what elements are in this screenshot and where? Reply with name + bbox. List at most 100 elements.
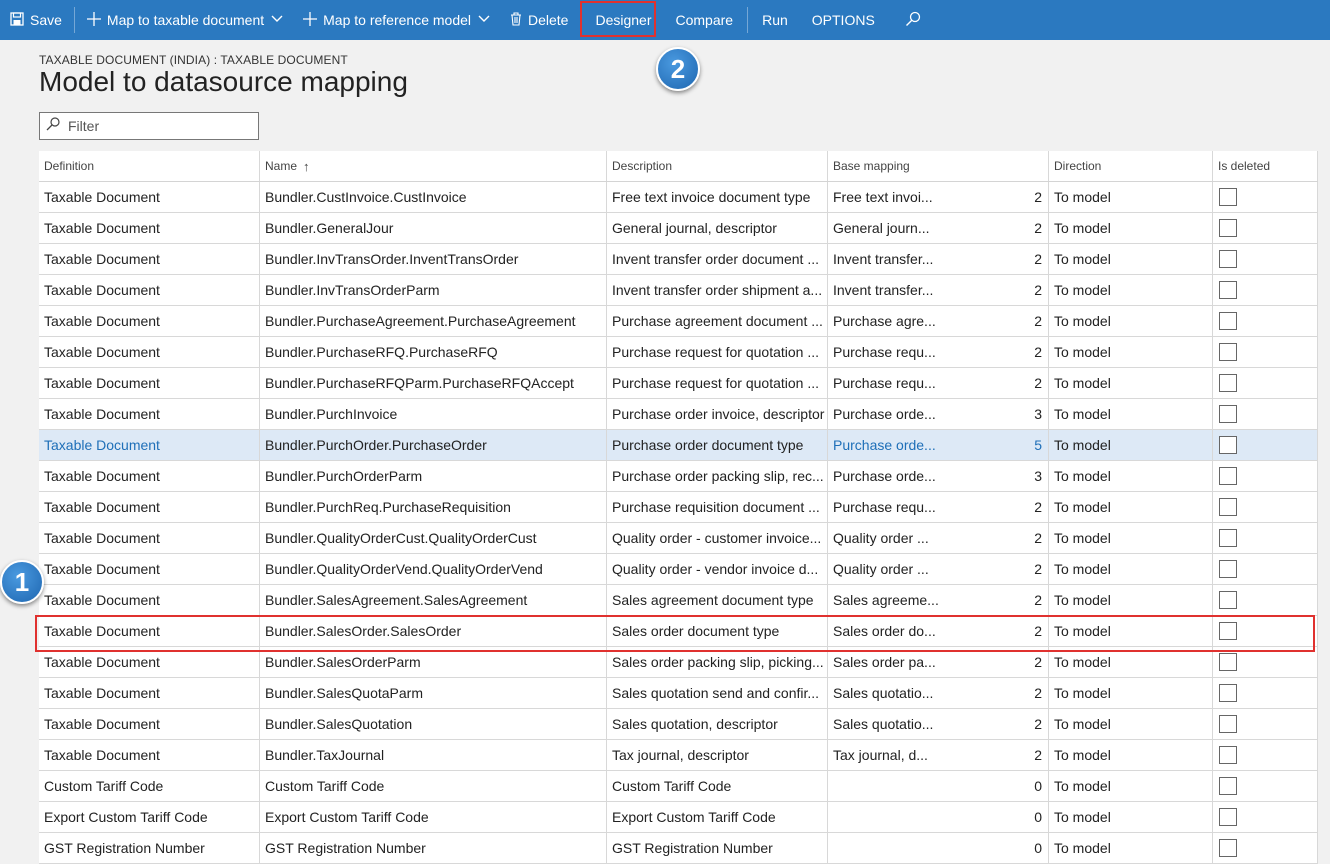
is-deleted-checkbox[interactable] [1219, 746, 1237, 764]
table-row[interactable]: Taxable Document Bundler.PurchOrderParm Pu… [39, 461, 1318, 492]
is-deleted-checkbox[interactable] [1219, 188, 1237, 206]
column-header-name[interactable]: Name ↑ [260, 151, 607, 181]
map-to-reference-model-button[interactable]: Map to reference model [293, 0, 500, 40]
is-deleted-checkbox[interactable] [1219, 436, 1237, 454]
search-icon [905, 11, 921, 30]
table-row[interactable]: Taxable Document Bundler.GeneralJour Gener… [39, 213, 1318, 244]
table-row[interactable]: Taxable Document Bundler.PurchaseRFQ.Purc… [39, 337, 1318, 368]
is-deleted-checkbox[interactable] [1219, 529, 1237, 547]
cell-definition: Taxable Document [39, 399, 260, 429]
is-deleted-checkbox[interactable] [1219, 684, 1237, 702]
base-mapping-text: Sales quotatio... [833, 685, 934, 701]
table-row[interactable]: Taxable Document Bundler.QualityOrderVend… [39, 554, 1318, 585]
table-row[interactable]: Export Custom Tariff Code Export Custom T… [39, 802, 1318, 833]
table-row[interactable]: Taxable Document Bundler.InvTransOrder.In… [39, 244, 1318, 275]
table-row[interactable]: Taxable Document Bundler.InvTransOrderPar… [39, 275, 1318, 306]
base-mapping-version: 2 [1034, 747, 1042, 763]
table-row[interactable]: Taxable Document Bundler.PurchReq.Purchas… [39, 492, 1318, 523]
is-deleted-checkbox[interactable] [1219, 560, 1237, 578]
filter-input[interactable] [66, 117, 250, 135]
map-to-taxable-document-button[interactable]: Map to taxable document [77, 0, 293, 40]
cell-base-mapping: Invent transfer... 2 [828, 244, 1049, 274]
cell-is-deleted [1213, 554, 1318, 584]
is-deleted-checkbox[interactable] [1219, 498, 1237, 516]
step-badge-2: 2 [656, 47, 700, 91]
cell-definition: Taxable Document [39, 275, 260, 305]
table-row[interactable]: Taxable Document Bundler.PurchOrder.Purch… [39, 430, 1318, 461]
page-title: Model to datasource mapping [39, 66, 408, 97]
is-deleted-checkbox[interactable] [1219, 777, 1237, 795]
is-deleted-checkbox[interactable] [1219, 622, 1237, 640]
table-row[interactable]: Taxable Document Bundler.SalesAgreement.S… [39, 585, 1318, 616]
base-mapping-text: Purchase requ... [833, 344, 936, 360]
table-row[interactable]: Taxable Document Bundler.QualityOrderCust… [39, 523, 1318, 554]
is-deleted-checkbox[interactable] [1219, 281, 1237, 299]
table-row[interactable]: Taxable Document Bundler.TaxJournal Tax jo… [39, 740, 1318, 771]
cell-name: GST Registration Number [260, 833, 607, 863]
save-button[interactable]: Save [0, 0, 72, 40]
column-header-definition[interactable]: Definition [39, 151, 260, 181]
plus-icon [303, 11, 318, 29]
cell-base-mapping: 0 [828, 802, 1049, 832]
is-deleted-checkbox[interactable] [1219, 808, 1237, 826]
cell-name: Custom Tariff Code [260, 771, 607, 801]
cell-is-deleted [1213, 275, 1318, 305]
table-row[interactable]: Taxable Document Bundler.SalesOrder.Sales… [39, 616, 1318, 647]
is-deleted-checkbox[interactable] [1219, 405, 1237, 423]
column-header-direction[interactable]: Direction [1049, 151, 1213, 181]
base-mapping-version: 2 [1034, 716, 1042, 732]
is-deleted-checkbox[interactable] [1219, 219, 1237, 237]
cell-direction: To model [1049, 771, 1213, 801]
cell-base-mapping: Free text invoi... 2 [828, 182, 1049, 212]
is-deleted-checkbox[interactable] [1219, 653, 1237, 671]
cell-direction: To model [1049, 275, 1213, 305]
is-deleted-checkbox[interactable] [1219, 343, 1237, 361]
filter-box[interactable] [39, 112, 259, 140]
base-mapping-version: 2 [1034, 592, 1042, 608]
is-deleted-checkbox[interactable] [1219, 374, 1237, 392]
is-deleted-checkbox[interactable] [1219, 467, 1237, 485]
is-deleted-checkbox[interactable] [1219, 250, 1237, 268]
base-mapping-text: Quality order ... [833, 561, 929, 577]
is-deleted-checkbox[interactable] [1219, 591, 1237, 609]
cell-base-mapping: Sales agreeme... 2 [828, 585, 1049, 615]
delete-button[interactable]: Delete [500, 0, 578, 40]
table-row[interactable]: Taxable Document Bundler.SalesQuotation Sa… [39, 709, 1318, 740]
cell-base-mapping: 0 [828, 833, 1049, 863]
base-mapping-version: 2 [1034, 251, 1042, 267]
cell-is-deleted [1213, 647, 1318, 677]
table-row[interactable]: Taxable Document Bundler.PurchaseRFQParm.… [39, 368, 1318, 399]
is-deleted-checkbox[interactable] [1219, 839, 1237, 857]
cell-description: Purchase order document type [607, 430, 828, 460]
options-button[interactable]: OPTIONS [800, 0, 887, 40]
cell-direction: To model [1049, 616, 1213, 646]
is-deleted-checkbox[interactable] [1219, 715, 1237, 733]
base-mapping-version: 2 [1034, 530, 1042, 546]
cell-is-deleted [1213, 213, 1318, 243]
cell-description: Quality order - vendor invoice d... [607, 554, 828, 584]
search-button[interactable] [887, 0, 939, 40]
cell-base-mapping: General journ... 2 [828, 213, 1049, 243]
cell-name: Bundler.InvTransOrderParm [260, 275, 607, 305]
is-deleted-checkbox[interactable] [1219, 312, 1237, 330]
run-button[interactable]: Run [750, 0, 800, 40]
cell-name: Bundler.SalesQuotaParm [260, 678, 607, 708]
base-mapping-version: 2 [1034, 313, 1042, 329]
trash-icon [510, 11, 522, 29]
table-row[interactable]: Taxable Document Bundler.SalesQuotaParm Sa… [39, 678, 1318, 709]
compare-button[interactable]: Compare [664, 0, 746, 40]
column-header-description[interactable]: Description [607, 151, 828, 181]
cell-definition: Taxable Document [39, 306, 260, 336]
column-header-is-deleted[interactable]: Is deleted [1213, 151, 1318, 181]
table-row[interactable]: Taxable Document Bundler.CustInvoice.Cust… [39, 182, 1318, 213]
base-mapping-version: 3 [1034, 406, 1042, 422]
table-row[interactable]: Custom Tariff Code Custom Tariff Code Cust… [39, 771, 1318, 802]
table-row[interactable]: Taxable Document Bundler.PurchInvoice Purc… [39, 399, 1318, 430]
table-row[interactable]: Taxable Document Bundler.SalesOrderParm Sa… [39, 647, 1318, 678]
table-row[interactable]: GST Registration Number GST Registration … [39, 833, 1318, 864]
cell-is-deleted [1213, 709, 1318, 739]
cell-description: Purchase requisition document ... [607, 492, 828, 522]
table-row[interactable]: Taxable Document Bundler.PurchaseAgreemen… [39, 306, 1318, 337]
cell-definition: Taxable Document [39, 616, 260, 646]
column-header-base-mapping[interactable]: Base mapping [828, 151, 1049, 181]
